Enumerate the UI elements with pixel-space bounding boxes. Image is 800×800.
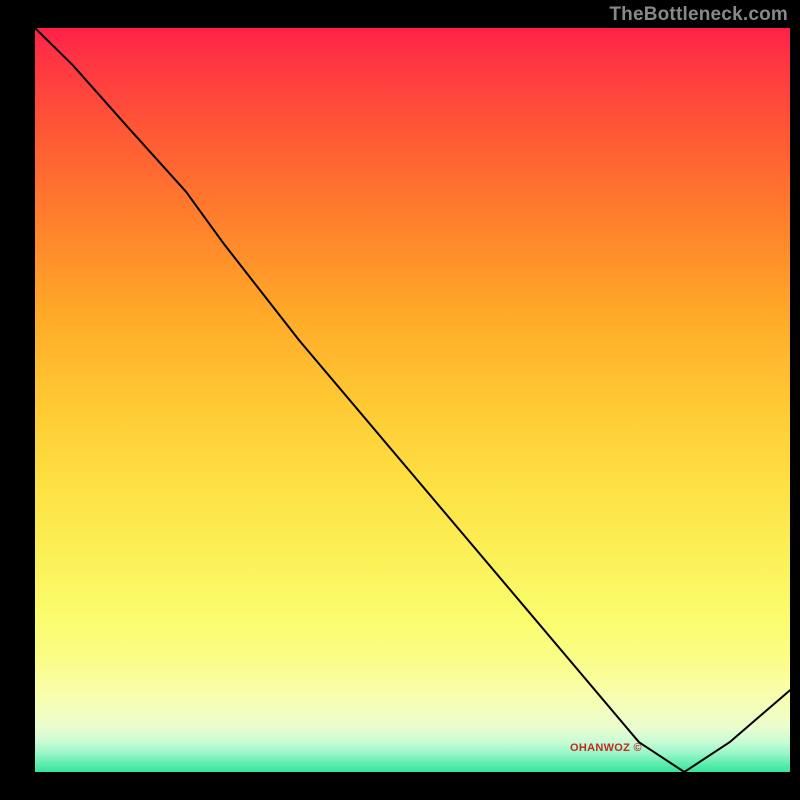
annotation-label: OHANWOZ © (570, 742, 642, 754)
chart-container: TheBottleneck.com OHANWOZ © (0, 0, 800, 800)
data-curve (35, 28, 790, 772)
line-chart-svg (0, 0, 800, 800)
